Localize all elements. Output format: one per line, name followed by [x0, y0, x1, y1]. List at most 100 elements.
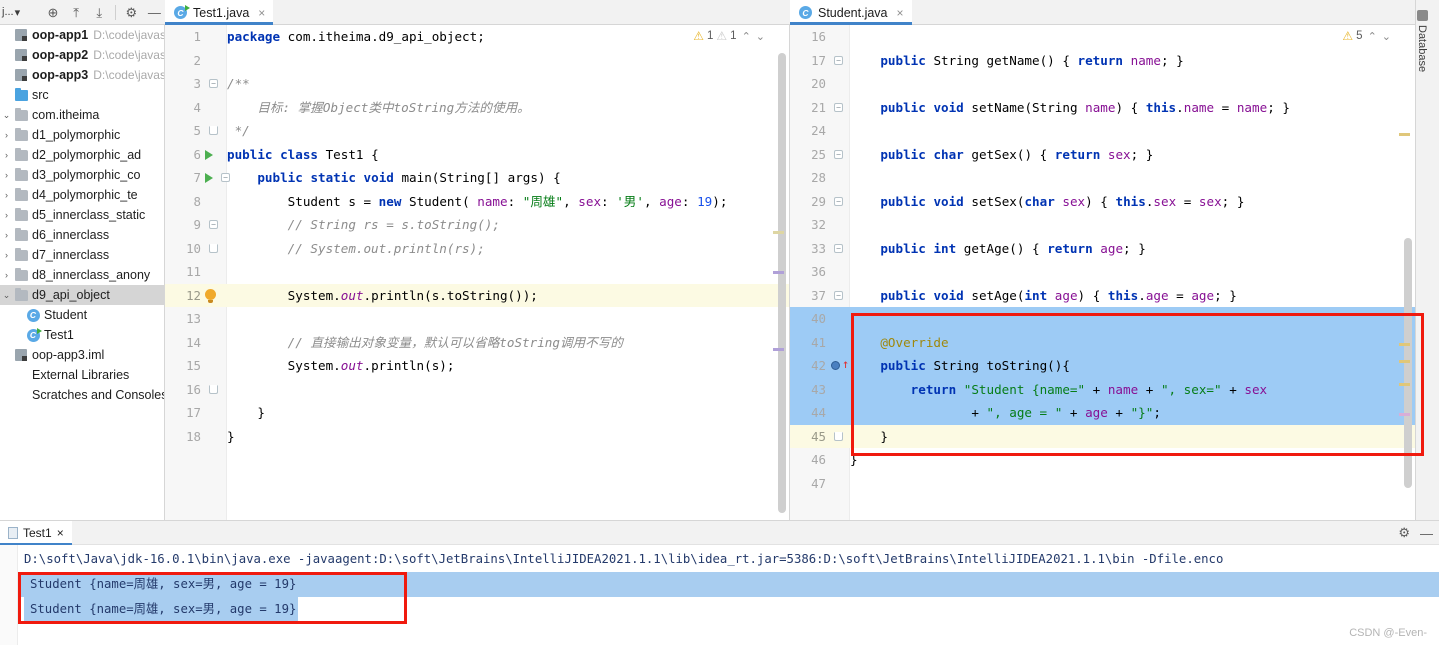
fold-toggle-icon[interactable]: −: [834, 55, 843, 65]
hide-icon[interactable]: —: [1420, 526, 1433, 541]
code-line[interactable]: 40: [790, 307, 1415, 331]
tree-item-scratches-and-consoles[interactable]: Scratches and Consoles: [0, 385, 164, 405]
code-line[interactable]: 32: [790, 213, 1415, 237]
code-line[interactable]: 29− public void setSex(char sex) { this.…: [790, 190, 1415, 214]
tab-student-java[interactable]: C Student.java ×: [790, 0, 912, 25]
code-line[interactable]: 20: [790, 72, 1415, 96]
chevron-right-icon[interactable]: ›: [0, 250, 13, 260]
tree-item-external-libraries[interactable]: External Libraries: [0, 365, 164, 385]
project-tree-pane[interactable]: oop-app1 D:\code\javasepro oop-app2 D:\code…: [0, 25, 165, 520]
code-line[interactable]: 11: [165, 260, 789, 284]
inspection-widget-left[interactable]: ⚠ 1 ⚠ 1 ⌃ ⌄: [693, 29, 765, 43]
tree-item-oop-app3[interactable]: oop-app3 D:\code\javasepro: [0, 65, 164, 85]
code-line[interactable]: 17 }: [165, 401, 789, 425]
fold-toggle-icon[interactable]: −: [834, 196, 843, 206]
tree-item-d1-polymorphic[interactable]: › d1_polymorphic: [0, 125, 164, 145]
scrollbar-thumb[interactable]: [778, 53, 786, 513]
chevron-right-icon[interactable]: ›: [0, 150, 13, 160]
tree-item-student[interactable]: C Student: [0, 305, 164, 325]
editor-left-scrollbar[interactable]: [773, 53, 786, 514]
fold-end-icon[interactable]: [209, 384, 218, 394]
previous-problem-icon[interactable]: ⌃: [1368, 30, 1377, 43]
code-line[interactable]: 16: [165, 378, 789, 402]
fold-end-icon[interactable]: [209, 243, 218, 253]
previous-problem-icon[interactable]: ⌃: [742, 30, 751, 43]
breakpoint-icon[interactable]: [831, 361, 840, 370]
code-line[interactable]: 33− public int getAge() { return age; }: [790, 237, 1415, 261]
code-line[interactable]: 9− // String rs = s.toString();: [165, 213, 789, 237]
code-line[interactable]: 44 + ", age = " + age + "}";: [790, 401, 1415, 425]
settings-icon[interactable]: ⚙: [1398, 525, 1410, 541]
code-line[interactable]: 18}: [165, 425, 789, 449]
tab-test1-java[interactable]: C Test1.java ×: [165, 0, 274, 25]
fold-toggle-icon[interactable]: −: [834, 243, 843, 253]
code-line[interactable]: 10 // System.out.println(rs);: [165, 237, 789, 261]
chevron-right-icon[interactable]: ›: [0, 270, 13, 280]
tree-item-oop-app1[interactable]: oop-app1 D:\code\javasepro: [0, 25, 164, 45]
code-line[interactable]: 45 }: [790, 424, 1415, 448]
chevron-right-icon[interactable]: ›: [0, 230, 13, 240]
fold-end-icon[interactable]: [834, 431, 843, 441]
fold-toggle-icon[interactable]: −: [834, 102, 843, 112]
code-line[interactable]: 17− public String getName() { return nam…: [790, 49, 1415, 73]
editor-student-java[interactable]: 16 17− public String getName() { return n…: [790, 25, 1415, 520]
code-line[interactable]: 8 Student s = new Student( name: "周雄", s…: [165, 190, 789, 214]
run-icon[interactable]: [205, 149, 213, 160]
hide-icon[interactable]: —: [144, 1, 165, 23]
tool-window-database[interactable]: Database: [1416, 6, 1428, 72]
code-line[interactable]: 5 */: [165, 119, 789, 143]
run-side-toolbar[interactable]: [0, 545, 18, 645]
run-icon[interactable]: [205, 173, 213, 183]
chevron-down-icon[interactable]: ⌄: [0, 110, 13, 121]
code-line[interactable]: 21− public void setName(String name) { t…: [790, 96, 1415, 120]
code-line[interactable]: 14 // 直接输出对象变量，默认可以省略toString调用不写的: [165, 331, 789, 355]
code-line[interactable]: 41 @Override: [790, 330, 1415, 354]
code-line[interactable]: 12 System.out.println(s.toString());: [165, 283, 789, 307]
chevron-right-icon[interactable]: ›: [0, 210, 13, 220]
chevron-right-icon[interactable]: ›: [0, 170, 13, 180]
chevron-right-icon[interactable]: ›: [0, 130, 13, 140]
chevron-right-icon[interactable]: ›: [0, 190, 13, 200]
fold-toggle-icon[interactable]: −: [834, 149, 843, 159]
tree-item-d3-polymorphic-co[interactable]: › d3_polymorphic_co: [0, 165, 164, 185]
code-line[interactable]: 7− public static void main(String[] args…: [165, 166, 789, 190]
code-line[interactable]: 36: [790, 260, 1415, 284]
locate-icon[interactable]: ⊕: [42, 1, 63, 23]
tree-item-test1[interactable]: C Test1: [0, 325, 164, 345]
code-line[interactable]: 16: [790, 25, 1415, 49]
code-line[interactable]: 6 public class Test1 {: [165, 143, 789, 167]
code-line[interactable]: 46}: [790, 448, 1415, 472]
tree-item-com-itheima[interactable]: ⌄ com.itheima: [0, 105, 164, 125]
code-line[interactable]: 25− public char getSex() { return sex; }: [790, 143, 1415, 167]
fold-toggle-icon[interactable]: −: [209, 79, 218, 88]
fold-toggle-icon[interactable]: −: [834, 290, 843, 300]
next-problem-icon[interactable]: ⌄: [756, 30, 765, 43]
tree-item-oop-app2[interactable]: oop-app2 D:\code\javasepro: [0, 45, 164, 65]
code-line[interactable]: 43 return "Student {name=" + name + ", s…: [790, 377, 1415, 401]
editor-test1-java[interactable]: 1 package com.itheima.d9_api_object; 2 3−/*…: [165, 25, 790, 520]
code-line[interactable]: 13: [165, 307, 789, 331]
settings-icon[interactable]: ⚙: [121, 1, 142, 23]
code-line[interactable]: 15 System.out.println(s);: [165, 354, 789, 378]
intention-bulb-icon[interactable]: [205, 288, 216, 303]
code-line[interactable]: 2: [165, 49, 789, 73]
chevron-down-icon[interactable]: ⌄: [0, 290, 13, 301]
tree-item-d8-innerclass-anony[interactable]: › d8_innerclass_anony: [0, 265, 164, 285]
tree-item-d9-api-object[interactable]: ⌄ d9_api_object: [0, 285, 164, 305]
next-problem-icon[interactable]: ⌄: [1382, 30, 1391, 43]
scrollbar-thumb[interactable]: [1404, 238, 1412, 488]
close-icon[interactable]: ×: [57, 526, 64, 540]
close-icon[interactable]: ×: [897, 6, 904, 20]
editor-right-scrollbar[interactable]: [1399, 53, 1412, 514]
code-line[interactable]: 24: [790, 119, 1415, 143]
tree-item-d7-innerclass[interactable]: › d7_innerclass: [0, 245, 164, 265]
tree-item-oop-app3-iml[interactable]: oop-app3.iml: [0, 345, 164, 365]
code-line[interactable]: 42 ↑ public String toString(){: [790, 354, 1415, 378]
run-tab-test1[interactable]: Test1 ×: [0, 521, 72, 545]
tree-item-d2-polymorphic-ad[interactable]: › d2_polymorphic_ad: [0, 145, 164, 165]
project-view-selector[interactable]: j... ▾: [2, 6, 40, 19]
override-marker-icon[interactable]: ↑: [842, 358, 849, 370]
code-line[interactable]: 37− public void setAge(int age) { this.a…: [790, 284, 1415, 308]
tree-item-src[interactable]: src: [0, 85, 164, 105]
code-line[interactable]: 47: [790, 472, 1415, 496]
